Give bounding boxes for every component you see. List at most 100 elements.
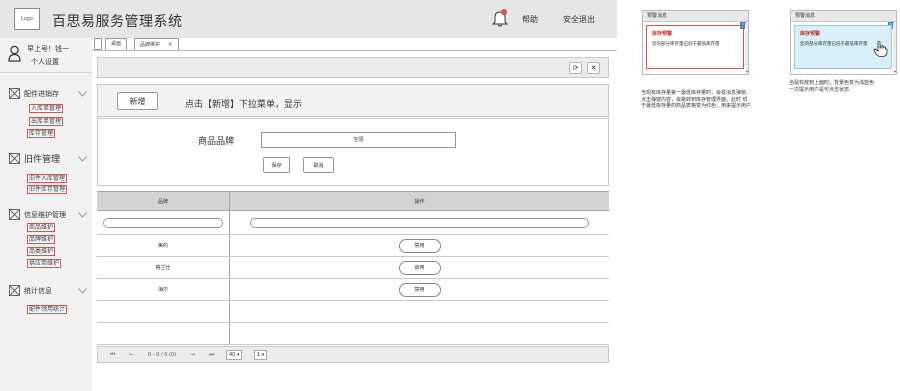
box-icon	[9, 285, 20, 296]
page-size-select[interactable]: 40 ▾	[226, 350, 243, 360]
note-hover: 当鼠标放到上面时，背景色变为浅蓝色 一次提示用户是可点击状态	[789, 80, 874, 93]
user-settings-link[interactable]: 个人设置	[31, 57, 59, 67]
warning-message[interactable]: 库存预警 您的部分库存量已低于最低库存量	[646, 25, 744, 69]
refresh-button[interactable]: ⟳	[569, 62, 582, 74]
app-header: Logo 百思易服务管理系统 帮助 安全退出	[0, 0, 617, 38]
user-panel: 早上号！钱一 个人设置	[0, 38, 92, 72]
chevron-down-icon[interactable]	[78, 212, 87, 218]
brand-cell	[97, 323, 230, 344]
pagination-bar: ⏮ ← 0 - 0 / 0 (0) → ⏭ 40 ▾ 1 ▾	[97, 346, 609, 363]
menu-label: 信息维护管理	[24, 210, 66, 219]
sidebar-item-old-inbound[interactable]: 旧件入库管理	[27, 174, 68, 183]
disable-button[interactable]: 禁用	[398, 282, 441, 297]
box-icon	[9, 153, 20, 164]
table-row	[97, 301, 609, 323]
brand-cell	[97, 301, 230, 322]
close-icon[interactable]: ✕	[168, 41, 173, 48]
scroll-down-icon[interactable]: ▾	[746, 69, 748, 74]
chevron-down-icon[interactable]	[78, 288, 87, 294]
column-header-brand: 品牌	[97, 192, 230, 210]
tab-bar: 桌面 品牌维护 ✕	[92, 38, 617, 51]
menu-statistics[interactable]: 统计信息	[9, 285, 52, 296]
note-line: 于最低库存量的商品表格变为红色，用来提示用户	[641, 103, 752, 109]
sidebar-item-parts-usage[interactable]: 配件领用统计	[27, 305, 68, 314]
note-default: 当现有库存量第一最低库存量时，会有消息弹窗， 点击弹窗内容，会跳转到库存管理界面…	[641, 90, 751, 110]
first-page-icon[interactable]: ⏮	[110, 350, 115, 360]
page-number-select[interactable]: 1 ▾	[254, 350, 268, 360]
menu-old-parts[interactable]: 旧件管理	[9, 152, 60, 165]
filter-row	[97, 211, 609, 235]
tab-desktop[interactable]: 桌面	[105, 38, 128, 50]
menu-parts-inventory[interactable]: 配件进销存	[9, 88, 59, 99]
menu-label: 统计信息	[24, 286, 52, 295]
table-row: 美的 禁用	[97, 235, 609, 257]
brand-input[interactable]: 空调	[261, 132, 456, 148]
sidebar-item-supplier[interactable]: 供应商维护	[27, 259, 62, 268]
action-bar: 新增 点击【新增】下拉菜单，显示	[97, 84, 609, 117]
sidebar-item-stock[interactable]: 库存管理	[27, 129, 56, 138]
scrollbar[interactable]	[745, 23, 748, 72]
enable-button[interactable]: 启用	[398, 260, 441, 275]
sidebar-item-category[interactable]: 品类维护	[27, 247, 56, 256]
card-title: 库存预警	[800, 31, 821, 37]
warning-card-hover: 预警消息 1 ▾ 库存预警 您的部分库存量已低于最低库存量	[790, 10, 897, 75]
action-cell: 启用	[230, 257, 609, 278]
note-line: 当现有库存量第一最低库存量时，会有消息弹窗，	[641, 90, 752, 96]
action-cell: 禁用	[230, 235, 609, 256]
sidebar-item-outbound[interactable]: 出库单管理	[29, 117, 64, 126]
scrollbar[interactable]	[893, 23, 896, 72]
add-button[interactable]: 新增	[117, 92, 158, 110]
warning-card-default: 预警消息 1 ▾ 库存预警 您的部分库存量已低于最低库存量	[642, 10, 749, 75]
close-icon: ✕	[590, 64, 597, 72]
main-content: 桌面 品牌维护 ✕ ⟳ ✕ 新增 点击【新增】下拉菜单，显示 商品品牌 空调 保…	[92, 38, 617, 391]
menu-info-maintenance[interactable]: 信息维护管理	[9, 209, 66, 220]
sidebar-item-brand[interactable]: 品牌维护	[27, 235, 56, 244]
tab-menu-toggle[interactable]	[94, 38, 102, 50]
action-filter-input[interactable]	[250, 217, 589, 228]
table-row: 格兰仕 启用	[97, 257, 609, 279]
next-page-icon[interactable]: →	[190, 350, 195, 360]
user-icon	[8, 45, 21, 62]
chevron-down-icon[interactable]	[78, 91, 87, 97]
brand-cell: 美的	[97, 235, 230, 256]
card-text: 您的部分库存量已低于最低库存量	[652, 42, 720, 47]
toolbar: ⟳ ✕	[97, 57, 609, 78]
card-header: 预警消息	[791, 11, 896, 22]
column-header-action: 操作	[414, 198, 425, 205]
logout-link[interactable]: 安全退出	[563, 14, 595, 25]
note-line: 一次提示用户是可点击状态	[789, 86, 850, 93]
table-row: 海尔 禁用	[97, 279, 609, 301]
pager-info: 0 - 0 / 0 (0)	[148, 352, 177, 358]
hand-cursor-icon	[873, 41, 888, 57]
action-hint: 点击【新增】下拉菜单，显示	[185, 100, 303, 110]
chevron-down-icon[interactable]	[78, 156, 87, 162]
action-cell	[230, 301, 609, 322]
sidebar-item-product[interactable]: 商品维护	[27, 223, 56, 232]
scroll-down-icon[interactable]: ▾	[894, 69, 896, 74]
cancel-button[interactable]: 取消	[303, 157, 334, 173]
tab-label: 桌面	[111, 41, 122, 47]
close-button[interactable]: ✕	[587, 62, 600, 74]
last-page-icon[interactable]: ⏭	[209, 350, 214, 360]
divider	[0, 72, 92, 73]
brand-cell: 海尔	[97, 279, 230, 300]
box-icon	[9, 209, 20, 220]
card-header: 预警消息	[643, 11, 748, 22]
tab-brand[interactable]: 品牌维护 ✕	[134, 38, 179, 50]
box-icon	[9, 88, 20, 99]
table-header: 品牌 操作	[97, 191, 609, 211]
card-title: 库存预警	[652, 31, 673, 37]
save-button[interactable]: 保存	[263, 157, 290, 173]
filter-cell	[97, 211, 230, 234]
user-greeting: 早上号！钱一	[27, 45, 69, 53]
app-title: 百思易服务管理系统	[52, 14, 183, 30]
bell-icon[interactable]	[492, 9, 508, 27]
prev-page-icon[interactable]: ←	[129, 350, 134, 360]
disable-button[interactable]: 禁用	[398, 238, 441, 253]
brand-cell: 格兰仕	[97, 257, 230, 278]
sidebar-item-inbound[interactable]: 入库单管理	[29, 104, 64, 113]
sidebar-item-old-stock[interactable]: 旧件库存管理	[27, 185, 68, 194]
help-link[interactable]: 帮助	[522, 14, 538, 25]
filter-cell	[230, 211, 609, 234]
brand-filter-input[interactable]	[103, 217, 223, 228]
